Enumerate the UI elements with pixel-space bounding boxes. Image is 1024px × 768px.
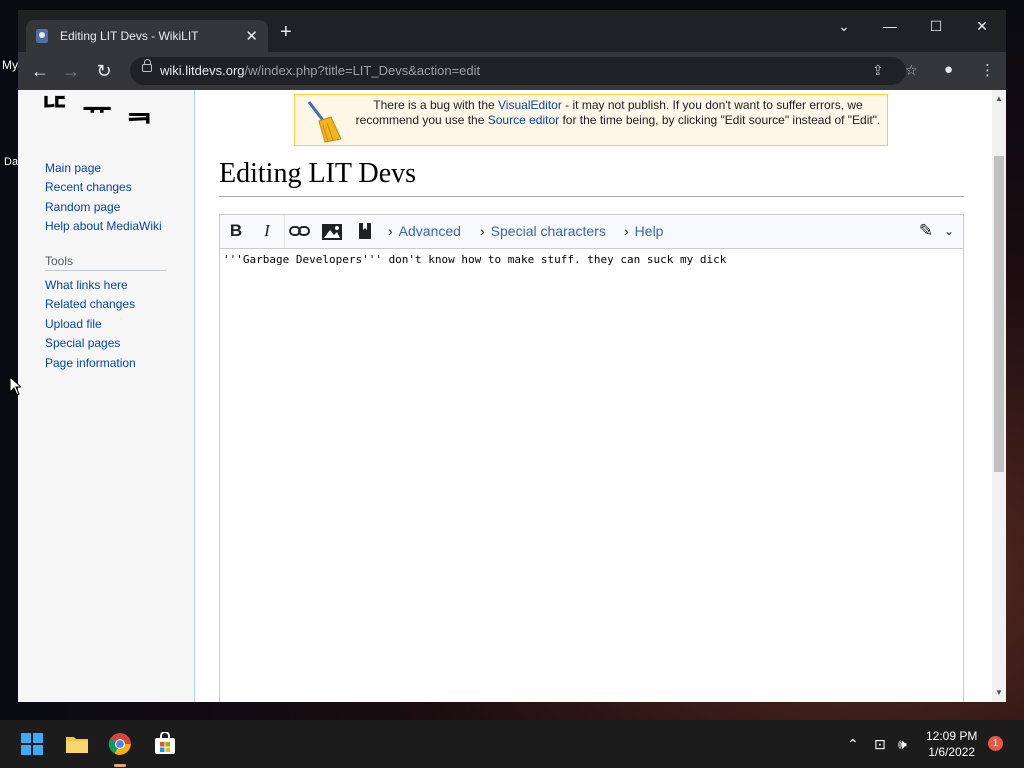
visualeditor-link[interactable]: VisualEditor xyxy=(498,98,562,112)
windows-start-icon[interactable] xyxy=(20,732,44,756)
sidebar-item-recent-changes[interactable]: Recent changes xyxy=(45,180,132,194)
active-app-indicator xyxy=(114,764,126,767)
url-text[interactable]: wiki.litdevs.org/w/index.php?title=LIT_D… xyxy=(160,63,480,78)
chrome-icon[interactable] xyxy=(108,732,132,756)
notification-badge[interactable]: 1 xyxy=(988,736,1003,751)
forward-icon[interactable]: → xyxy=(60,60,82,82)
desktop-icon-label: Da xyxy=(4,156,19,168)
sidebar: ᄕ ᅲ ᆿ Main page Recent changes Random pa… xyxy=(18,90,195,702)
special-characters-menu[interactable]: › Special characters xyxy=(480,223,606,239)
toolbar-separator xyxy=(284,215,285,248)
reload-icon[interactable]: ↻ xyxy=(93,60,115,82)
sidebar-item-random-page[interactable]: Random page xyxy=(45,200,120,214)
site-notice: There is a bug with the VisualEditor - i… xyxy=(294,94,888,146)
sidebar-item-main-page[interactable]: Main page xyxy=(45,161,101,175)
source-editor-link[interactable]: Source editor xyxy=(488,113,559,127)
wikitext-editor: B I › Advanced › Special characters › He… xyxy=(219,214,964,702)
address-bar[interactable]: wiki.litdevs.org/w/index.php?title=LIT_D… xyxy=(130,57,918,85)
tools-divider xyxy=(45,270,167,271)
share-icon[interactable]: ⇪ xyxy=(872,62,884,79)
desktop-icon-label: My xyxy=(2,58,18,72)
microsoft-store-icon[interactable] xyxy=(153,732,177,756)
tools-heading: Tools xyxy=(45,254,74,268)
page-scrollbar[interactable]: ▲ ▼ xyxy=(992,90,1006,702)
file-explorer-icon[interactable] xyxy=(65,732,89,756)
tab-close-icon[interactable]: ✕ xyxy=(245,27,258,45)
scroll-down-icon[interactable]: ▼ xyxy=(995,688,1003,697)
scrollbar-thumb[interactable] xyxy=(994,156,1004,472)
minimize-icon[interactable]: — xyxy=(880,18,900,34)
title-bar: Editing LIT Devs - WikiLIT ✕ + ⌄ — ☐ ✕ xyxy=(18,10,1006,52)
network-icon[interactable]: ⊡ xyxy=(874,736,886,753)
tab-title: Editing LIT Devs - WikiLIT xyxy=(60,29,199,43)
link-icon[interactable] xyxy=(288,223,312,239)
wikitext-textarea[interactable]: '''Garbage Developers''' don't know how … xyxy=(223,253,726,266)
page-title: Editing LIT Devs xyxy=(219,158,417,189)
browser-tab[interactable]: Editing LIT Devs - WikiLIT ✕ xyxy=(26,20,268,52)
editor-toolbar: B I › Advanced › Special characters › He… xyxy=(220,215,963,249)
new-tab-icon[interactable]: + xyxy=(280,22,292,42)
lock-icon[interactable] xyxy=(142,59,152,72)
site-logo[interactable]: ᄕ ᅲ ᆿ xyxy=(40,90,156,130)
scroll-up-icon[interactable]: ▲ xyxy=(995,94,1003,103)
italic-button[interactable]: I xyxy=(255,221,279,241)
image-icon[interactable] xyxy=(320,223,344,241)
title-divider xyxy=(219,196,964,197)
taskbar-clock[interactable]: 12:09 PM 1/6/2022 xyxy=(926,728,977,760)
bold-button[interactable]: B xyxy=(224,221,248,241)
menu-kebab-icon[interactable]: ⋮ xyxy=(980,61,995,79)
mouse-cursor-icon xyxy=(9,376,21,396)
sidebar-item-help[interactable]: Help about MediaWiki xyxy=(45,219,162,233)
close-window-icon[interactable]: ✕ xyxy=(972,18,992,35)
edit-mode-dropdown-icon[interactable]: ⌄ xyxy=(937,224,961,238)
sidebar-item-upload-file[interactable]: Upload file xyxy=(45,317,102,331)
page-content: ᄕ ᅲ ᆿ Main page Recent changes Random pa… xyxy=(18,90,992,702)
volume-icon[interactable]: 🕪 xyxy=(898,736,907,753)
bookmark-star-icon[interactable]: ☆ xyxy=(905,62,918,79)
maximize-icon[interactable]: ☐ xyxy=(926,18,946,35)
tab-search-icon[interactable]: ⌄ xyxy=(834,18,854,35)
taskbar: ⌃ ⊡ 🕪 12:09 PM 1/6/2022 1 xyxy=(0,720,1024,768)
sidebar-item-page-information[interactable]: Page information xyxy=(45,356,136,370)
broom-icon xyxy=(307,101,342,143)
sidebar-item-special-pages[interactable]: Special pages xyxy=(45,336,120,350)
help-menu[interactable]: › Help xyxy=(624,223,663,239)
browser-window: Editing LIT Devs - WikiLIT ✕ + ⌄ — ☐ ✕ ←… xyxy=(18,10,1006,702)
sidebar-item-what-links-here[interactable]: What links here xyxy=(45,278,128,292)
browser-toolbar: ← → ↻ wiki.litdevs.org/w/index.php?title… xyxy=(18,52,1006,90)
reference-icon[interactable] xyxy=(353,222,377,240)
edit-mode-pencil-icon[interactable]: ✎ xyxy=(914,221,938,241)
chevron-up-icon[interactable]: ⌃ xyxy=(847,736,859,753)
back-icon[interactable]: ← xyxy=(29,60,51,82)
advanced-menu[interactable]: › Advanced xyxy=(388,223,461,239)
wiki-favicon-icon xyxy=(36,29,48,43)
profile-icon[interactable]: ● xyxy=(944,61,953,78)
notice-text: There is a bug with the VisualEditor - i… xyxy=(355,98,881,127)
sidebar-item-related-changes[interactable]: Related changes xyxy=(45,297,135,311)
